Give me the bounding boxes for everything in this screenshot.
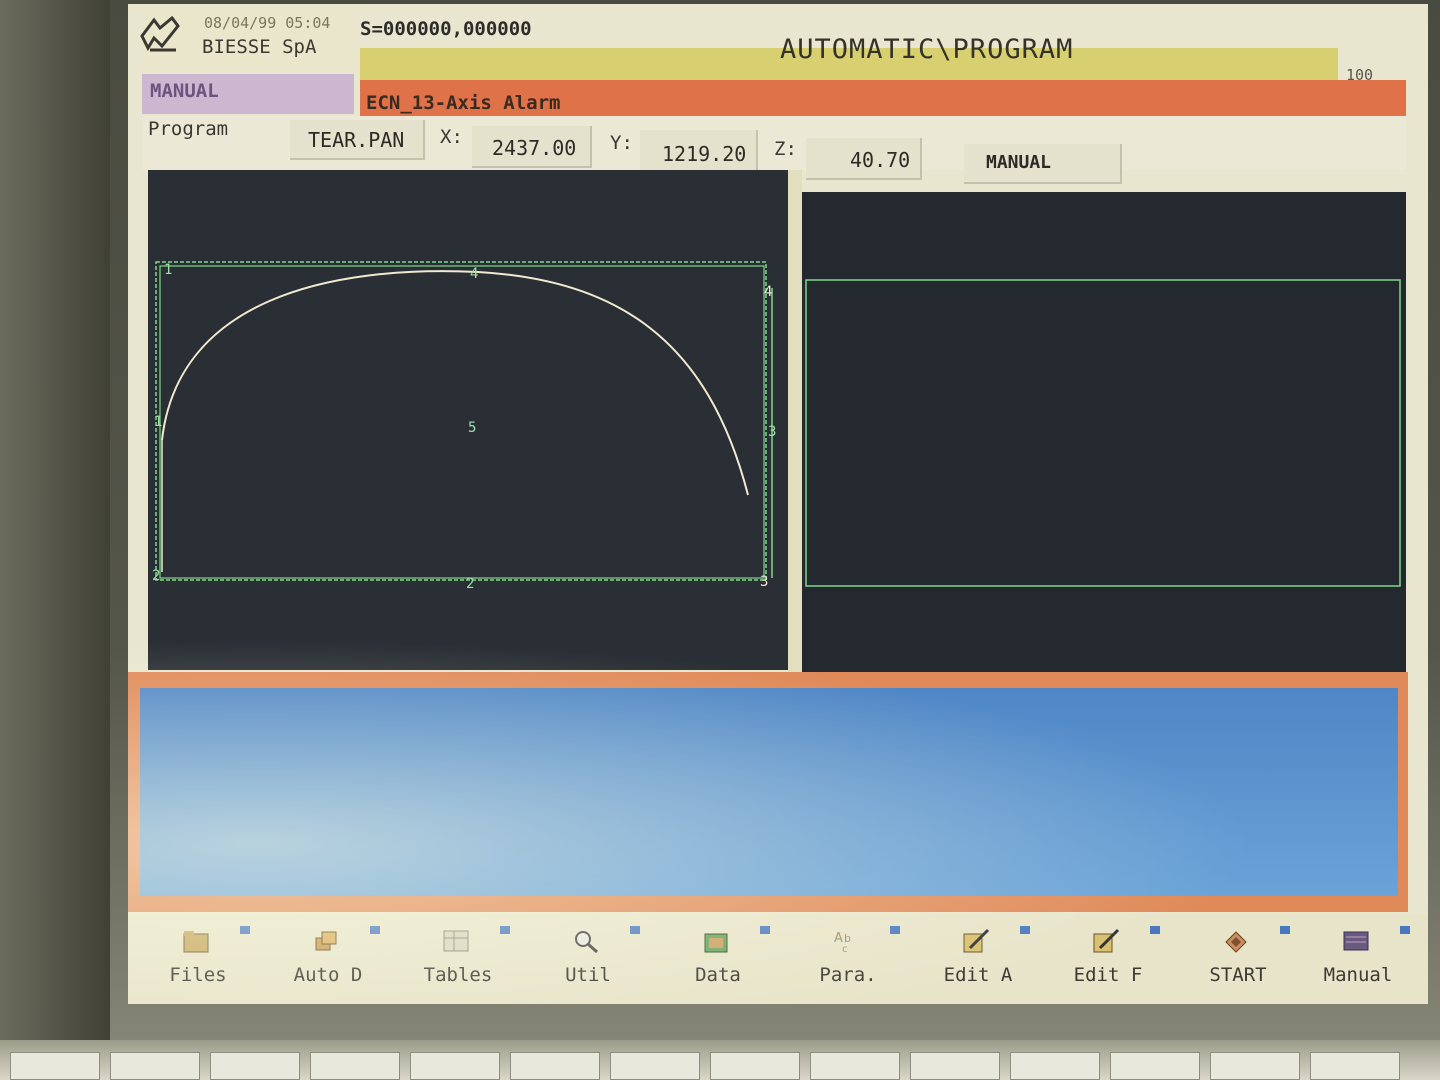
toolbar-label: Edit A: [943, 964, 1013, 986]
message-area: [140, 688, 1398, 896]
keyboard-key: [610, 1052, 700, 1080]
status-led: [240, 926, 250, 934]
keyboard-key: [310, 1052, 400, 1080]
datetime-display: 08/04/99 05:04: [204, 14, 331, 32]
toolbar-label: Para.: [819, 964, 877, 986]
cnc-screen: 08/04/99 05:04 BIESSE SpA S=000000,00000…: [128, 4, 1428, 1004]
corner-label-1: 1: [164, 262, 172, 278]
z-value: 40.70: [850, 148, 911, 172]
keyboard-key: [810, 1052, 900, 1080]
keyboard-key: [210, 1052, 300, 1080]
bezel-side: [0, 0, 110, 1080]
toolpath-view[interactable]: 1 4 4 3 3 2 2 1 5: [148, 170, 788, 670]
util-button[interactable]: Util: [528, 922, 648, 992]
manual-button[interactable]: Manual: [1298, 922, 1418, 992]
corner-label-4a: 4: [470, 266, 478, 282]
toolbar-label: Manual: [1323, 964, 1393, 986]
company-name: BIESSE SpA: [202, 36, 317, 58]
status-led: [760, 926, 770, 934]
auto-d-button[interactable]: Auto D: [268, 922, 388, 992]
x-value: 2437.00: [492, 136, 577, 160]
para-button[interactable]: Abc Para.: [788, 922, 908, 992]
manual-icon: [1343, 931, 1369, 951]
biesse-logo-icon: [140, 16, 180, 52]
keyboard-key: [510, 1052, 600, 1080]
data-icon: [704, 933, 728, 953]
tear-curve: [161, 270, 749, 496]
corner-label-4b: 4: [764, 284, 772, 300]
corner-label-2b: 2: [152, 568, 160, 584]
toolbar-label: START: [1209, 964, 1267, 986]
y-value: 1219.20: [662, 142, 747, 166]
edit-icon: [1093, 928, 1120, 953]
corner-label-1b: 1: [154, 414, 162, 430]
manual-mode-label: MANUAL: [986, 152, 1052, 173]
x-label: X:: [440, 126, 463, 148]
toolbar-label: Util: [565, 964, 611, 986]
corner-label-3b: 3: [760, 574, 768, 590]
toolbar-label: Auto D: [293, 964, 363, 986]
keyboard-key: [110, 1052, 200, 1080]
tables-button[interactable]: Tables: [398, 922, 518, 992]
text-icon: Abc: [834, 931, 851, 954]
auto-icon: [315, 931, 337, 951]
table-icon: [443, 930, 469, 952]
keyboard-key: [1010, 1052, 1100, 1080]
status-led: [1020, 926, 1030, 934]
program-label: Program: [148, 118, 229, 140]
center-label: 5: [468, 420, 476, 436]
corner-label-3a: 3: [768, 424, 776, 440]
toolpath-drawing: 1 4 4 3 3 2 2 1 5: [152, 261, 776, 592]
edit-icon: [963, 928, 990, 953]
keyboard-key: [1210, 1052, 1300, 1080]
panel-outline-outer: [155, 261, 767, 581]
files-button[interactable]: Files: [138, 922, 258, 992]
toolbar-label: Edit F: [1073, 964, 1143, 986]
status-led: [1400, 926, 1410, 934]
alarm-message: ECN_13-Axis Alarm: [366, 92, 561, 114]
status-led: [630, 926, 640, 934]
y-label: Y:: [610, 132, 633, 154]
panel-divider: [788, 170, 802, 676]
magnifier-icon: [575, 931, 598, 954]
keyboard-key: [410, 1052, 500, 1080]
s-coordinate: S=000000,000000: [360, 18, 532, 40]
status-led: [500, 926, 510, 934]
keyboard-key: [1310, 1052, 1400, 1080]
data-button[interactable]: Data: [658, 922, 778, 992]
z-label: Z:: [774, 138, 797, 160]
edit-a-button[interactable]: Edit A: [918, 922, 1038, 992]
toolbar-label: Data: [695, 964, 741, 986]
keyboard-key: [710, 1052, 800, 1080]
preview-view[interactable]: [802, 192, 1406, 676]
start-button[interactable]: START: [1178, 922, 1298, 992]
page-title: AUTOMATIC\PROGRAM: [780, 34, 1074, 65]
panel-outline-inner: [159, 265, 765, 579]
preview-outline: [805, 279, 1401, 587]
svg-text:c: c: [842, 944, 848, 954]
keyboard-key: [910, 1052, 1000, 1080]
toolbar-label: Tables: [423, 964, 493, 986]
toolbar-label: Files: [169, 964, 227, 986]
edit-f-button[interactable]: Edit F: [1048, 922, 1168, 992]
mode-label: MANUAL: [150, 80, 219, 102]
status-led: [1150, 926, 1160, 934]
keyboard-key: [10, 1052, 100, 1080]
corner-label-2a: 2: [466, 576, 474, 592]
folder-icon: [183, 931, 209, 953]
status-led: [890, 926, 900, 934]
status-led: [1280, 926, 1290, 934]
program-name: TEAR.PAN: [308, 128, 405, 152]
preview-drawing: [805, 279, 1401, 587]
status-led: [370, 926, 380, 934]
keyboard-key: [1110, 1052, 1200, 1080]
start-icon: [1225, 931, 1247, 953]
